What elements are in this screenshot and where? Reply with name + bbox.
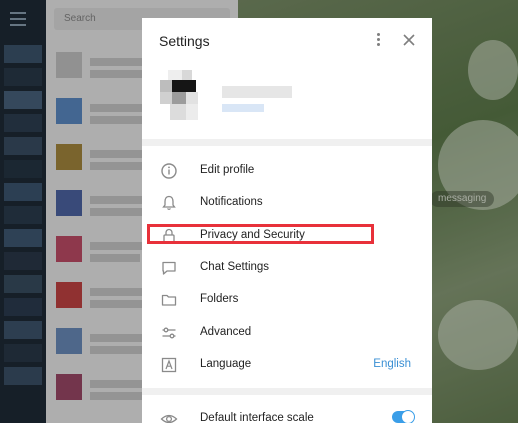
interface-scale-toggle[interactable] [392,410,415,423]
close-icon[interactable] [400,31,418,49]
profile-name-redacted [222,86,292,98]
folder-icon [160,291,178,309]
menu-item-label: Folders [200,293,239,305]
more-options-icon[interactable] [372,31,384,49]
menu-item-label: Language [200,358,252,370]
interface-scale-label: Default interface scale [200,412,314,423]
menu-item-chat-settings[interactable]: Chat Settings [142,252,432,284]
menu-item-advanced[interactable]: Advanced [142,317,432,349]
bell-icon [160,194,178,212]
eye-icon [160,410,178,423]
lock-icon [160,227,178,245]
menu-item-edit-profile[interactable]: Edit profile [142,155,432,187]
language-value: English [373,358,411,370]
settings-dialog: Settings Edit profile Notifications Priv… [142,18,432,423]
language-icon [160,356,178,374]
menu-item-label: Edit profile [200,164,255,176]
menu-item-language[interactable]: Language English [142,349,432,381]
section-divider [142,388,432,395]
menu-item-label: Notifications [200,196,263,208]
profile-status-redacted [222,104,264,112]
sliders-icon [160,324,178,342]
chat-icon [160,259,178,277]
menu-item-label: Chat Settings [200,261,270,273]
menu-item-notifications[interactable]: Notifications [142,187,432,219]
menu-item-label: Advanced [200,326,252,338]
dialog-title: Settings [159,33,210,49]
info-icon [160,162,178,180]
avatar[interactable] [160,70,208,122]
interface-scale-toggle-row[interactable]: Default interface scale [142,403,432,423]
menu-item-folders[interactable]: Folders [142,284,432,316]
section-divider [142,139,432,146]
menu-item-privacy-security[interactable]: Privacy and Security [142,220,432,252]
menu-item-label: Privacy and Security [200,229,305,241]
